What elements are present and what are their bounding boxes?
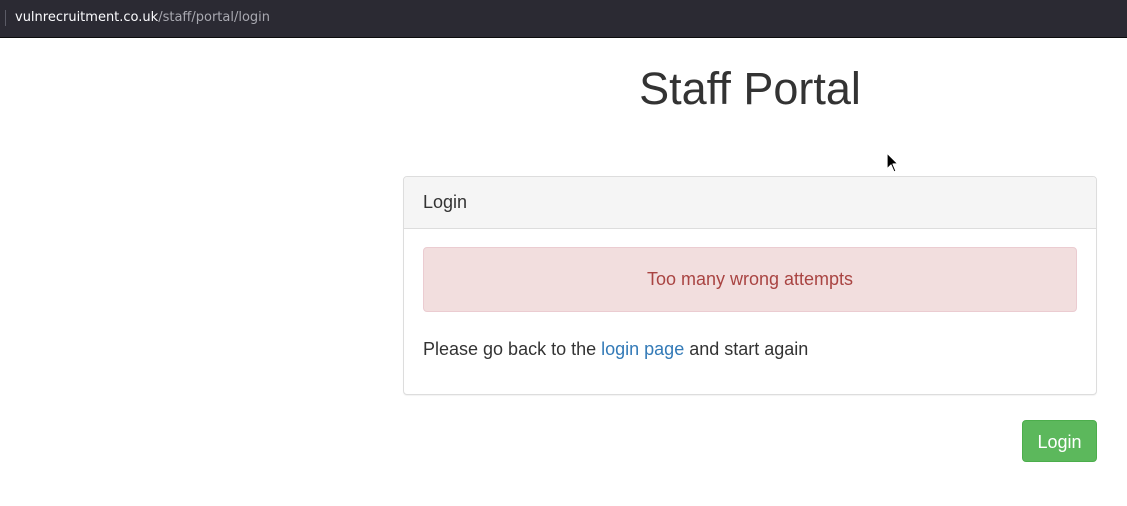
url-text[interactable]: vulnrecruitment.co.uk/staff/portal/login bbox=[15, 9, 270, 27]
url-host: vulnrecruitment.co.uk bbox=[15, 10, 159, 25]
login-page-link[interactable]: login page bbox=[601, 339, 684, 359]
page-title: Staff Portal bbox=[639, 63, 861, 114]
mouse-cursor-icon bbox=[886, 152, 900, 179]
panel-heading: Login bbox=[404, 177, 1096, 229]
url-bar-divider bbox=[5, 10, 6, 26]
login-panel: Login Too many wrong attempts Please go … bbox=[403, 176, 1097, 395]
browser-url-bar[interactable]: vulnrecruitment.co.uk/staff/portal/login bbox=[0, 0, 1127, 38]
url-path: /staff/portal/login bbox=[158, 10, 271, 25]
message-text-before: Please go back to the bbox=[423, 339, 602, 359]
message-text-after: and start again bbox=[684, 339, 809, 359]
error-alert: Too many wrong attempts bbox=[423, 247, 1077, 312]
instruction-message: Please go back to the login page and sta… bbox=[423, 338, 808, 360]
login-button[interactable]: Login bbox=[1022, 420, 1097, 462]
